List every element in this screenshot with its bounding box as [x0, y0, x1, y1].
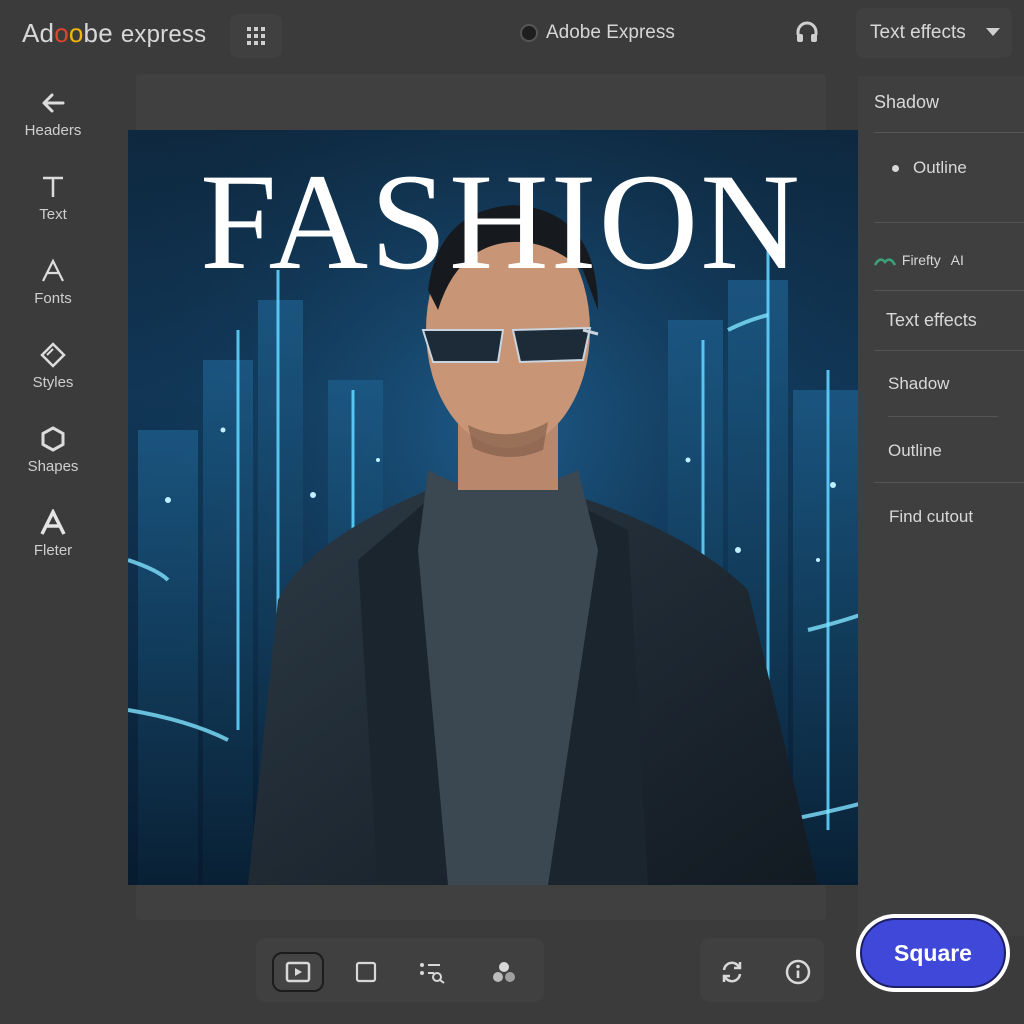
sidebar-item-headers[interactable]: Headers	[0, 86, 106, 156]
apps-grid-button[interactable]	[230, 14, 282, 58]
app-logo[interactable]: Adoobe express	[22, 18, 206, 49]
panel-item-firefly-ai[interactable]: Firefty AI	[873, 252, 1024, 268]
sidebar-item-styles[interactable]: Styles	[0, 338, 106, 408]
app-badge-icon	[520, 24, 538, 42]
square-button-label: Square	[860, 918, 1006, 988]
frame-button[interactable]	[340, 952, 392, 992]
info-icon	[785, 959, 811, 985]
sidebar-item-label: Text	[39, 206, 67, 223]
panel-item-label: Shadow	[888, 374, 950, 393]
info-button[interactable]	[772, 952, 824, 992]
video-frame-icon	[285, 961, 311, 983]
headset-icon[interactable]	[794, 20, 820, 46]
top-bar: Adoobe express Adobe Express Text effects	[0, 0, 1024, 66]
panel-item-label: Firefty	[901, 252, 941, 268]
panel-item-shadow-2[interactable]: Shadow	[888, 374, 1024, 394]
sidebar-item-label: Fonts	[34, 290, 72, 307]
panel-item-label: Text effects	[886, 310, 977, 330]
divider	[874, 222, 1024, 223]
headline-text: FASHION	[200, 145, 802, 298]
video-frame-button[interactable]	[272, 952, 324, 992]
panel-item-label: Outline	[913, 158, 967, 177]
bullet-icon	[892, 165, 899, 173]
sidebar-item-label: Headers	[24, 122, 82, 139]
divider	[874, 290, 1024, 291]
document-title-text: Adobe Express	[546, 22, 675, 43]
right-panel: Shadow Outline Firefty AI Text effects S…	[858, 76, 1024, 936]
panel-item-label: Find cutout	[889, 507, 974, 526]
sidebar-item-label: Styles	[32, 374, 74, 391]
color-button[interactable]	[478, 952, 530, 992]
firefly-icon	[873, 258, 897, 266]
dropdown-label: Text effects	[870, 22, 966, 43]
design-artboard[interactable]: FASHION	[128, 130, 874, 885]
square-button[interactable]: Square	[856, 914, 1010, 992]
text-effects-dropdown[interactable]: Text effects	[856, 8, 1012, 58]
text-icon	[43, 176, 63, 197]
logo-text: be	[83, 18, 113, 48]
letter-a-icon	[40, 509, 66, 535]
sidebar-item-text[interactable]: Text	[0, 170, 106, 240]
adjustments-icon	[420, 963, 445, 984]
styles-icon	[40, 342, 66, 368]
divider	[874, 132, 1024, 133]
logo-letter: o	[68, 18, 84, 48]
document-title[interactable]: Adobe Express	[520, 22, 675, 44]
sidebar-item-label: Shapes	[27, 458, 79, 475]
color-circles-icon	[493, 962, 515, 982]
sidebar-item-fonts[interactable]: Fonts	[0, 254, 106, 324]
square-frame-icon	[355, 961, 377, 983]
divider	[888, 416, 998, 417]
panel-item-label: Shadow	[874, 92, 940, 112]
poster-image: FASHION	[128, 130, 874, 885]
chevron-down-icon	[986, 28, 1000, 36]
divider	[874, 350, 1024, 351]
sidebar-item-label: Fleter	[33, 542, 73, 559]
logo-letter: o	[54, 18, 69, 48]
divider	[874, 482, 1024, 483]
panel-item-outline-2[interactable]: Outline	[888, 441, 1024, 461]
hexagon-icon	[41, 426, 65, 452]
grid-icon	[247, 27, 265, 45]
arrow-left-icon	[42, 93, 65, 113]
panel-item-text-effects[interactable]: Text effects	[886, 310, 1024, 331]
panel-item-find-cutout[interactable]: Find cutout	[889, 507, 1024, 527]
adjust-button[interactable]	[406, 952, 458, 992]
bottom-toolbar-secondary	[700, 938, 824, 1002]
logo-product: express	[120, 21, 207, 48]
panel-item-outline[interactable]: Outline	[892, 158, 1024, 178]
panel-item-label: Outline	[888, 441, 942, 460]
panel-item-shadow[interactable]: Shadow	[874, 92, 1024, 113]
logo-text: Ad	[22, 18, 55, 48]
font-icon	[42, 258, 64, 282]
panel-item-label: AI	[950, 252, 964, 268]
replace-button[interactable]	[706, 952, 758, 992]
refresh-icon	[722, 961, 742, 983]
bottom-toolbar	[256, 938, 544, 1002]
sidebar-item-shapes[interactable]: Shapes	[0, 422, 106, 492]
sidebar-item-fleter[interactable]: Fleter	[0, 506, 106, 576]
